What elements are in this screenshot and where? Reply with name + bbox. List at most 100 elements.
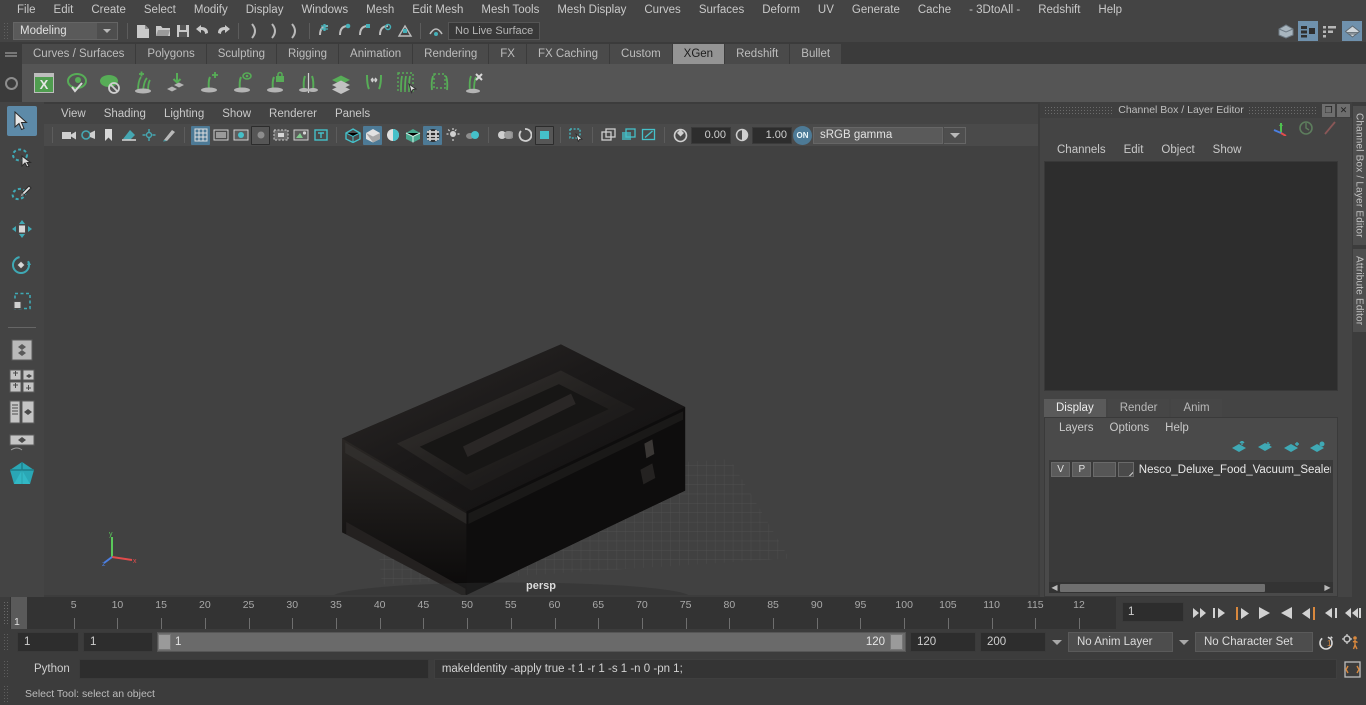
camera-attributes-icon[interactable] xyxy=(79,126,98,145)
menu-deform[interactable]: Deform xyxy=(753,0,809,20)
xgen-add-description-icon[interactable] xyxy=(127,66,159,100)
film-origin-icon[interactable] xyxy=(271,126,290,145)
viewport-menu-panels[interactable]: Panels xyxy=(326,104,379,124)
channel-menu-object[interactable]: Object xyxy=(1152,140,1203,160)
perspective-viewport[interactable]: y x z persp xyxy=(44,146,1038,595)
menu-display[interactable]: Display xyxy=(237,0,293,20)
animation-start-field[interactable]: 1 xyxy=(17,632,79,652)
range-end-field[interactable]: 120 xyxy=(910,632,976,652)
go-to-start-icon[interactable] xyxy=(1188,600,1208,626)
menu-curves[interactable]: Curves xyxy=(635,0,689,20)
menu-3dtoall[interactable]: - 3DtoAll - xyxy=(960,0,1029,20)
range-row-grip[interactable] xyxy=(3,633,10,651)
grid-toggle-icon[interactable] xyxy=(191,125,210,145)
snap-to-view-plane-icon[interactable] xyxy=(395,21,415,41)
auto-keyframe-icon[interactable]: 1 xyxy=(1317,632,1337,652)
chevron-down-icon[interactable] xyxy=(97,23,117,39)
flat-shading-icon[interactable] xyxy=(383,126,402,145)
menu-surfaces[interactable]: Surfaces xyxy=(690,0,753,20)
list-item[interactable]: V P Nesco_Deluxe_Food_Vacuum_Sealer_ xyxy=(1049,460,1333,479)
current-frame-field[interactable]: 1 xyxy=(1122,602,1184,622)
rotate-ring-icon[interactable] xyxy=(1298,120,1314,139)
current-frame-marker[interactable]: 1 xyxy=(11,597,27,629)
scale-slash-icon[interactable] xyxy=(1322,120,1338,139)
layer-list[interactable]: V P Nesco_Deluxe_Food_Vacuum_Sealer_ xyxy=(1049,460,1333,582)
select-by-hierarchy-icon[interactable] xyxy=(244,21,264,41)
scroll-right-icon[interactable]: ▶ xyxy=(1322,583,1333,592)
snap-to-point-icon[interactable] xyxy=(355,21,375,41)
select-camera-icon[interactable] xyxy=(59,126,78,145)
four-view-layout-button[interactable] xyxy=(8,368,36,394)
tab-anim[interactable]: Anim xyxy=(1171,399,1222,417)
paint-select-tool-button[interactable] xyxy=(7,178,37,208)
menu-file[interactable]: File xyxy=(8,0,45,20)
layer-menu-options[interactable]: Options xyxy=(1102,418,1158,438)
motion-blur-icon[interactable] xyxy=(515,126,534,145)
select-tool-button[interactable] xyxy=(7,106,37,136)
xgen-editor-icon[interactable]: X xyxy=(28,66,60,100)
grease-pencil-icon[interactable] xyxy=(159,126,178,145)
texture-display-icon[interactable] xyxy=(311,126,330,145)
select-by-component-icon[interactable] xyxy=(284,21,304,41)
xgen-select-primitives-icon[interactable] xyxy=(391,66,423,100)
script-editor-icon[interactable] xyxy=(1342,659,1362,679)
step-back-keyframe-icon[interactable] xyxy=(1210,600,1230,626)
undo-icon[interactable] xyxy=(193,21,213,41)
scale-tool-button[interactable] xyxy=(7,286,37,316)
command-line-grip[interactable] xyxy=(3,660,10,678)
xgen-delete-guide-icon[interactable] xyxy=(457,66,489,100)
menu-help[interactable]: Help xyxy=(1089,0,1131,20)
snap-to-curve-icon[interactable] xyxy=(335,21,355,41)
command-language-label[interactable]: Python xyxy=(18,663,74,675)
live-surface-field[interactable]: No Live Surface xyxy=(448,22,541,40)
layer-color-swatch[interactable] xyxy=(1118,462,1134,477)
color-management-chevron-down-icon[interactable] xyxy=(944,126,966,144)
range-left-handle[interactable] xyxy=(158,634,171,650)
shelf-tab-curves-surfaces[interactable]: Curves / Surfaces xyxy=(22,44,137,64)
play-backwards-icon[interactable] xyxy=(1254,600,1274,626)
xgen-mirror-guide-icon[interactable] xyxy=(292,66,324,100)
two-d-pan-zoom-icon[interactable] xyxy=(139,126,158,145)
viewport-menu-view[interactable]: View xyxy=(52,104,95,124)
exposure-icon[interactable] xyxy=(671,126,690,145)
gate-mask-icon[interactable] xyxy=(251,125,270,145)
wireframe-shading-icon[interactable] xyxy=(343,126,362,145)
header-grip-right[interactable] xyxy=(1247,105,1318,115)
menu-modify[interactable]: Modify xyxy=(185,0,237,20)
image-plane-icon[interactable] xyxy=(119,126,138,145)
xray-joints-icon[interactable] xyxy=(599,126,618,145)
shelf-tab-xgen[interactable]: XGen xyxy=(672,44,726,64)
menu-redshift[interactable]: Redshift xyxy=(1029,0,1089,20)
menu-cache[interactable]: Cache xyxy=(909,0,960,20)
lasso-select-tool-button[interactable] xyxy=(7,142,37,172)
open-scene-icon[interactable] xyxy=(153,21,173,41)
menu-edit[interactable]: Edit xyxy=(45,0,83,20)
film-gate-icon[interactable] xyxy=(211,126,230,145)
layer-menu-help[interactable]: Help xyxy=(1157,418,1197,438)
animation-end-field[interactable]: 200 xyxy=(980,632,1046,652)
channel-menu-channels[interactable]: Channels xyxy=(1048,140,1115,160)
status-line-grip[interactable] xyxy=(3,22,10,40)
layer-horizontal-scrollbar[interactable]: ◀ ▶ xyxy=(1049,582,1333,593)
xray-icon[interactable] xyxy=(291,126,310,145)
menu-uv[interactable]: UV xyxy=(809,0,843,20)
play-forwards-icon[interactable] xyxy=(1276,600,1296,626)
hypershade-layout-button[interactable] xyxy=(8,461,36,487)
viewport-menu-shading[interactable]: Shading xyxy=(95,104,155,124)
gamma-icon[interactable] xyxy=(732,126,751,145)
multisample-icon[interactable] xyxy=(535,125,554,145)
viewport-snapshot-icon[interactable] xyxy=(639,126,658,145)
scroll-thumb[interactable] xyxy=(1060,583,1265,592)
menu-mesh[interactable]: Mesh xyxy=(357,0,403,20)
isolate-select-icon[interactable] xyxy=(567,126,586,145)
character-set-selector[interactable]: No Character Set xyxy=(1195,632,1313,652)
character-set-chevron-down-icon[interactable] xyxy=(1177,639,1191,645)
layer-display-type-toggle[interactable] xyxy=(1093,462,1117,477)
color-management-selector[interactable]: sRGB gamma xyxy=(813,126,943,144)
close-icon[interactable]: ✕ xyxy=(1337,103,1350,117)
outliner-persp-layout-button[interactable] xyxy=(8,399,36,425)
move-axis-icon[interactable] xyxy=(1272,120,1290,139)
persp-graph-layout-button[interactable] xyxy=(8,430,36,456)
time-slider[interactable]: 1 5 10 15 20 25 30 35 40 45 50 55 60 65 70 75 80 85 90 95 1… xyxy=(10,597,1116,629)
layer-name[interactable]: Nesco_Deluxe_Food_Vacuum_Sealer_ xyxy=(1136,464,1331,476)
